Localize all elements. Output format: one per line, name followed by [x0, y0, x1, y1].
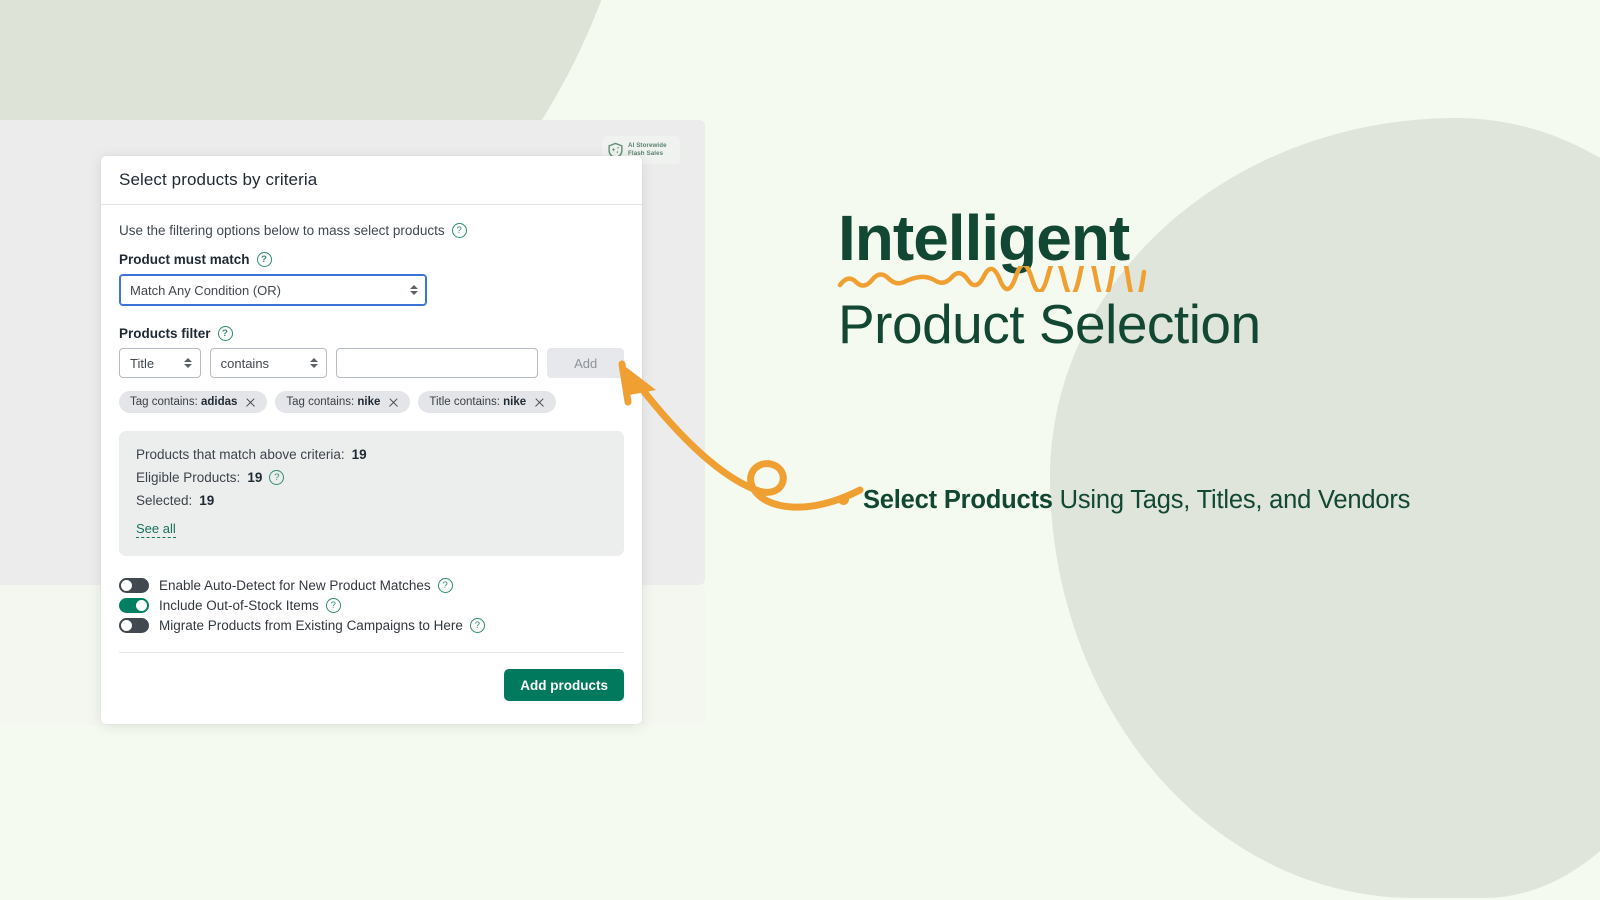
help-icon-out-of-stock[interactable]: ? [325, 598, 341, 613]
toggle-label-migrate: Migrate Products from Existing Campaigns… [159, 618, 485, 633]
product-must-match-label: Product must match ? [119, 252, 624, 267]
filter-operator-select[interactable]: contains [209, 348, 328, 378]
help-icon-products-filter[interactable]: ? [217, 326, 233, 341]
help-icon-product-must-match[interactable]: ? [256, 252, 272, 267]
promo-bullet-list: Select Products Using Tags, Titles, and … [838, 480, 1458, 521]
callout-arrow [618, 360, 864, 511]
toggle-label-text: Include Out-of-Stock Items [159, 598, 319, 613]
toggle-label-text: Migrate Products from Existing Campaigns… [159, 618, 463, 633]
list-item: Select Products Using Tags, Titles, and … [838, 480, 1458, 521]
chip-value: nike [503, 396, 527, 408]
active-filter-chips: Tag contains: adidas Tag contains: nike … [119, 391, 624, 413]
page-title: Select products by criteria [119, 170, 318, 189]
summary-selected-count: 19 [199, 493, 215, 508]
toggle-knob [121, 580, 132, 591]
brand-line-1: AI Storewide [628, 142, 667, 149]
summary-match-count: 19 [351, 447, 367, 462]
bullet-dot-icon [838, 494, 849, 505]
promo-headline-line-1: Intelligent [838, 202, 1130, 274]
chip-prefix: Tag contains: [286, 396, 355, 408]
filter-field-value: Title [130, 355, 155, 371]
chevron-updown-icon [310, 356, 319, 370]
close-icon[interactable] [388, 397, 399, 408]
toggle-knob [121, 620, 132, 631]
promo-bullet-text: Select Products Using Tags, Titles, and … [863, 480, 1410, 521]
modal-footer: Add products [101, 653, 642, 701]
toggle-label-text: Enable Auto-Detect for New Product Match… [159, 578, 431, 593]
toggle-row-migrate: Migrate Products from Existing Campaigns… [119, 618, 624, 633]
toggle-include-out-of-stock[interactable] [119, 598, 149, 613]
help-icon-eligible-products[interactable]: ? [269, 470, 285, 485]
summary-match-line: Products that match above criteria: 19 [136, 447, 607, 462]
toggle-knob [136, 600, 147, 611]
add-products-button[interactable]: Add products [504, 669, 624, 701]
filter-hint: Use the filtering options below to mass … [119, 223, 624, 238]
toggle-label-auto-detect: Enable Auto-Detect for New Product Match… [159, 578, 453, 593]
products-filter-row: Title contains Add [119, 348, 625, 378]
match-summary-box: Products that match above criteria: 19 E… [119, 431, 624, 556]
match-condition-value: Match Any Condition (OR) [130, 282, 282, 298]
filter-field-select[interactable]: Title [119, 348, 201, 378]
toggle-migrate-products[interactable] [119, 618, 149, 633]
filter-value-input[interactable] [336, 348, 539, 378]
toggle-row-out-of-stock: Include Out-of-Stock Items ? [119, 598, 624, 613]
help-icon-hint[interactable]: ? [451, 223, 467, 238]
toggle-label-out-of-stock: Include Out-of-Stock Items ? [159, 598, 341, 613]
close-icon[interactable] [245, 397, 256, 408]
toggle-row-auto-detect: Enable Auto-Detect for New Product Match… [119, 578, 624, 593]
filter-chip[interactable]: Title contains: nike [418, 391, 557, 413]
promo-headline-line-2: Product Selection [838, 293, 1261, 355]
close-icon[interactable] [534, 397, 545, 408]
filter-hint-text: Use the filtering options below to mass … [119, 223, 445, 238]
chip-value: adidas [200, 396, 238, 408]
chip-value: nike [357, 396, 381, 408]
promo-bullet-rest: Using Tags, Titles, and Vendors [1052, 486, 1411, 514]
chip-prefix: Tag contains: [130, 396, 198, 408]
modal-header: Select products by criteria [101, 156, 642, 205]
summary-eligible-line: Eligible Products: 19 ? [136, 470, 607, 485]
summary-selected-label: Selected: [136, 493, 193, 508]
chevron-updown-icon [183, 356, 193, 370]
summary-eligible-label: Eligible Products: [136, 470, 241, 485]
chevron-updown-icon [410, 283, 419, 297]
filter-chip[interactable]: Tag contains: adidas [119, 391, 268, 413]
summary-match-label: Products that match above criteria: [136, 447, 345, 462]
products-filter-label: Products filter ? [119, 326, 624, 341]
promo-bullet-bold: Select Products [863, 486, 1053, 514]
toggle-auto-detect[interactable] [119, 578, 149, 593]
product-must-match-label-text: Product must match [119, 252, 250, 267]
products-filter-label-text: Products filter [119, 326, 211, 341]
help-icon-auto-detect[interactable]: ? [437, 578, 453, 593]
summary-selected-line: Selected: 19 [136, 493, 607, 508]
chip-prefix: Title contains: [429, 396, 500, 408]
see-all-link[interactable]: See all [136, 521, 176, 538]
filter-chip[interactable]: Tag contains: nike [275, 391, 411, 413]
promo-heading-block: Intelligent Product Selection [837, 202, 1538, 356]
filter-operator-value: contains [220, 355, 270, 371]
options-toggle-group: Enable Auto-Detect for New Product Match… [119, 578, 624, 653]
help-icon-migrate[interactable]: ? [469, 618, 485, 633]
match-condition-select[interactable]: Match Any Condition (OR) [119, 274, 427, 306]
summary-eligible-count: 19 [247, 470, 263, 485]
